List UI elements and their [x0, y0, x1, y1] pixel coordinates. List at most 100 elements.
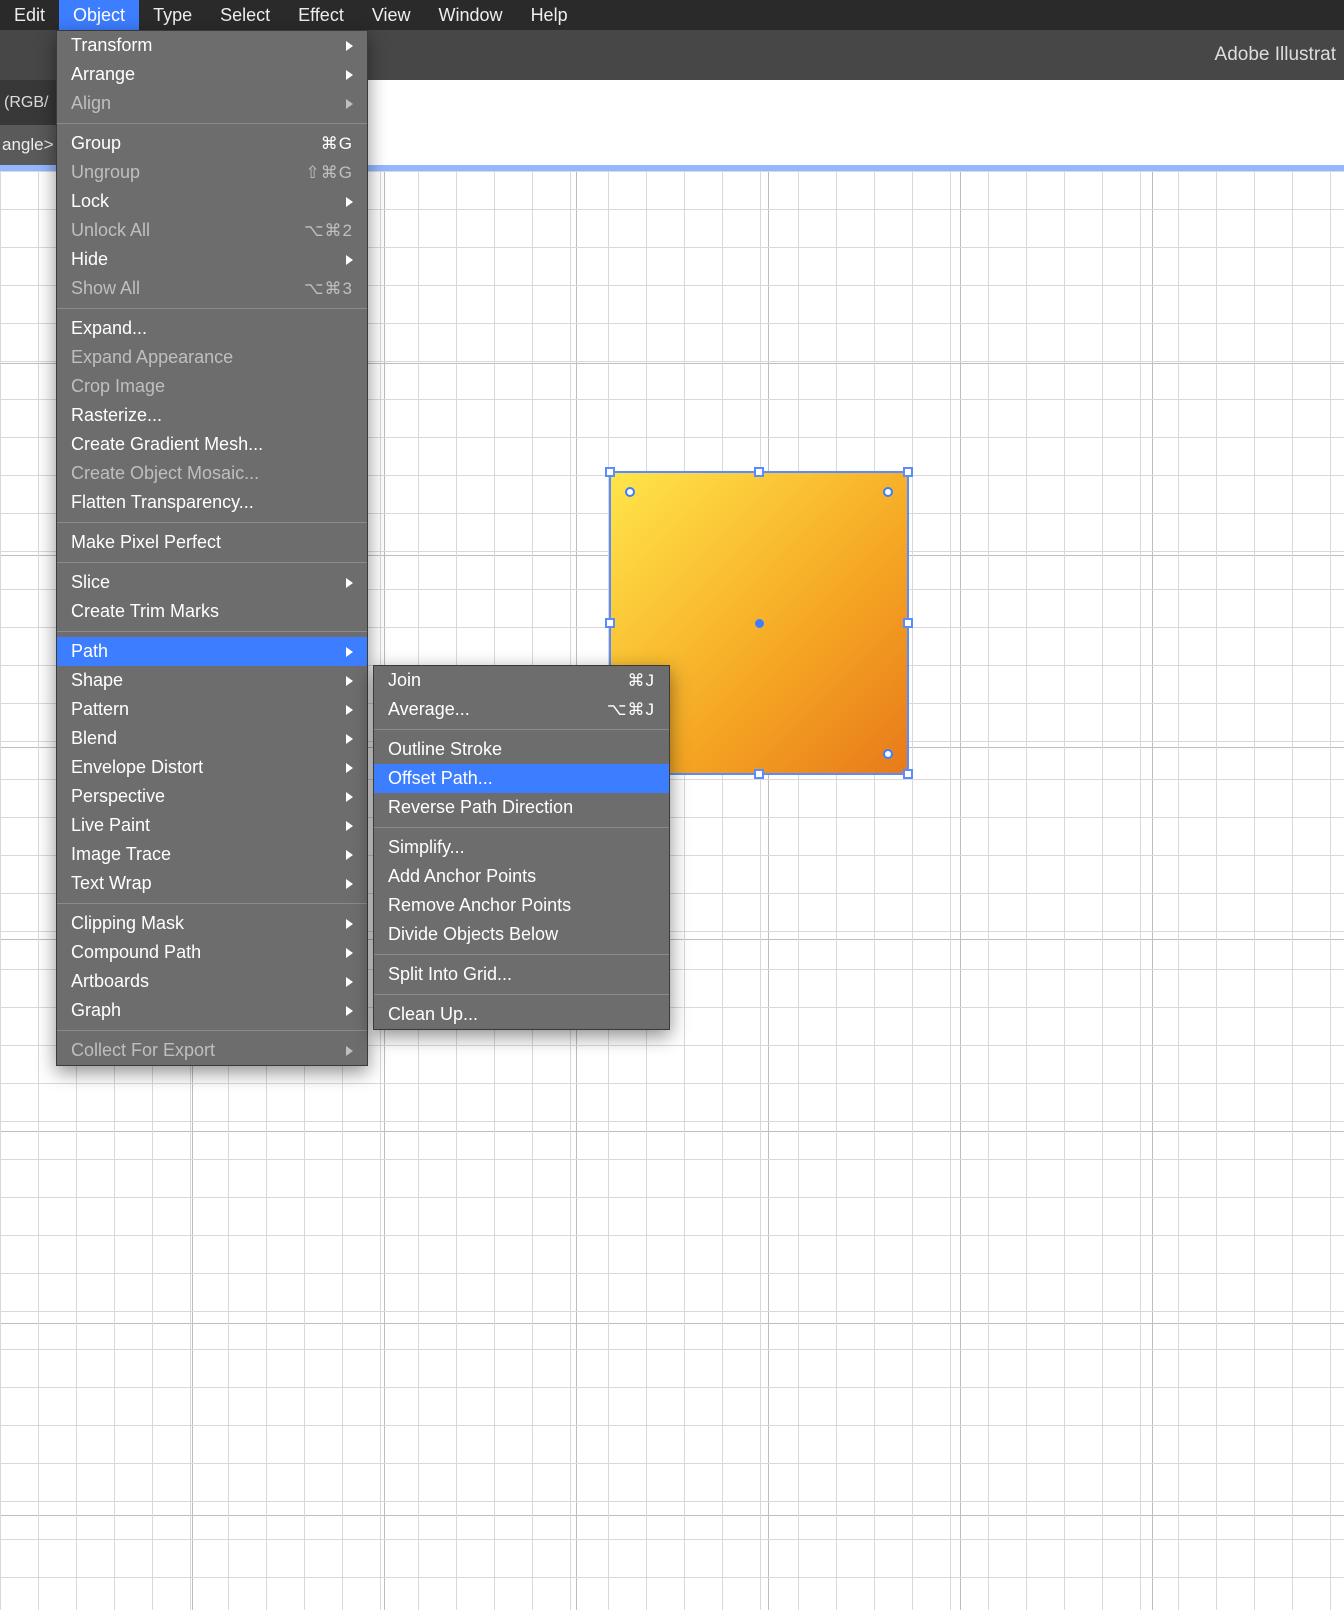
submenu-arrow-icon [346, 1046, 353, 1056]
menu-item-transform[interactable]: Transform [57, 31, 367, 60]
menu-item-expand-appearance: Expand Appearance [57, 343, 367, 372]
menu-item-remove-anchor-points[interactable]: Remove Anchor Points [374, 891, 669, 920]
menu-item-label: Blend [71, 728, 117, 749]
center-point[interactable] [755, 619, 764, 628]
menu-item-live-paint[interactable]: Live Paint [57, 811, 367, 840]
menu-item-text-wrap[interactable]: Text Wrap [57, 869, 367, 898]
menu-item-label: Hide [71, 249, 108, 270]
menu-view[interactable]: View [358, 0, 425, 30]
menu-separator [374, 729, 669, 730]
menu-object[interactable]: Object [59, 0, 139, 30]
anchor-point[interactable] [625, 487, 635, 497]
menu-item-path[interactable]: Path [57, 637, 367, 666]
menu-item-group[interactable]: Group⌘G [57, 129, 367, 158]
submenu-arrow-icon [346, 197, 353, 207]
menu-item-label: Simplify... [388, 837, 465, 858]
menu-type[interactable]: Type [139, 0, 206, 30]
menu-item-label: Envelope Distort [71, 757, 203, 778]
menu-item-split-into-grid[interactable]: Split Into Grid... [374, 960, 669, 989]
menu-item-label: Image Trace [71, 844, 171, 865]
resize-handle[interactable] [903, 769, 913, 779]
menu-separator [57, 903, 367, 904]
anchor-point[interactable] [883, 487, 893, 497]
menu-item-envelope-distort[interactable]: Envelope Distort [57, 753, 367, 782]
menu-item-label: Text Wrap [71, 873, 152, 894]
resize-handle[interactable] [903, 618, 913, 628]
menu-item-average[interactable]: Average...⌥⌘J [374, 695, 669, 724]
object-menu[interactable]: TransformArrangeAlignGroup⌘GUngroup⇧⌘GLo… [56, 30, 368, 1066]
menu-item-reverse-path-direction[interactable]: Reverse Path Direction [374, 793, 669, 822]
menu-select[interactable]: Select [206, 0, 284, 30]
menu-item-label: Slice [71, 572, 110, 593]
menu-item-rasterize[interactable]: Rasterize... [57, 401, 367, 430]
menu-item-offset-path[interactable]: Offset Path... [374, 764, 669, 793]
menu-item-blend[interactable]: Blend [57, 724, 367, 753]
menu-item-label: Average... [388, 699, 470, 720]
menu-separator [57, 562, 367, 563]
menu-effect[interactable]: Effect [284, 0, 358, 30]
menu-edit[interactable]: Edit [0, 0, 59, 30]
menu-item-outline-stroke[interactable]: Outline Stroke [374, 735, 669, 764]
resize-handle[interactable] [605, 467, 615, 477]
menu-item-add-anchor-points[interactable]: Add Anchor Points [374, 862, 669, 891]
menu-item-hide[interactable]: Hide [57, 245, 367, 274]
menu-item-label: Add Anchor Points [388, 866, 536, 887]
menu-separator [57, 631, 367, 632]
menu-item-label: Remove Anchor Points [388, 895, 571, 916]
menu-item-perspective[interactable]: Perspective [57, 782, 367, 811]
menu-item-compound-path[interactable]: Compound Path [57, 938, 367, 967]
anchor-point[interactable] [883, 749, 893, 759]
submenu-arrow-icon [346, 763, 353, 773]
menu-separator [374, 994, 669, 995]
menu-item-label: Clipping Mask [71, 913, 184, 934]
menubar[interactable]: EditObjectTypeSelectEffectViewWindowHelp [0, 0, 1344, 30]
submenu-arrow-icon [346, 676, 353, 686]
menu-item-make-pixel-perfect[interactable]: Make Pixel Perfect [57, 528, 367, 557]
resize-handle[interactable] [605, 618, 615, 628]
menu-item-artboards[interactable]: Artboards [57, 967, 367, 996]
resize-handle[interactable] [903, 467, 913, 477]
menu-separator [57, 308, 367, 309]
resize-handle[interactable] [754, 467, 764, 477]
menu-item-label: Artboards [71, 971, 149, 992]
menu-item-clean-up[interactable]: Clean Up... [374, 1000, 669, 1029]
menu-item-label: Transform [71, 35, 152, 56]
menu-item-shortcut: ⌥⌘3 [304, 279, 353, 299]
menu-item-shape[interactable]: Shape [57, 666, 367, 695]
menu-item-label: Graph [71, 1000, 121, 1021]
menu-item-label: Rasterize... [71, 405, 162, 426]
menu-item-expand[interactable]: Expand... [57, 314, 367, 343]
menu-window[interactable]: Window [425, 0, 517, 30]
menu-item-pattern[interactable]: Pattern [57, 695, 367, 724]
submenu-arrow-icon [346, 41, 353, 51]
menu-item-slice[interactable]: Slice [57, 568, 367, 597]
menu-item-label: Show All [71, 278, 140, 299]
menu-item-create-gradient-mesh[interactable]: Create Gradient Mesh... [57, 430, 367, 459]
menu-item-flatten-transparency[interactable]: Flatten Transparency... [57, 488, 367, 517]
menu-item-divide-objects-below[interactable]: Divide Objects Below [374, 920, 669, 949]
menu-item-label: Create Trim Marks [71, 601, 219, 622]
menu-item-label: Live Paint [71, 815, 150, 836]
menu-item-clipping-mask[interactable]: Clipping Mask [57, 909, 367, 938]
menu-item-create-trim-marks[interactable]: Create Trim Marks [57, 597, 367, 626]
menu-item-graph[interactable]: Graph [57, 996, 367, 1025]
path-submenu[interactable]: Join⌘JAverage...⌥⌘J Outline Stroke Offset … [373, 665, 670, 1030]
menu-separator [374, 827, 669, 828]
menu-item-arrange[interactable]: Arrange [57, 60, 367, 89]
resize-handle[interactable] [754, 769, 764, 779]
menu-item-label: Outline Stroke [388, 739, 502, 760]
menu-item-join[interactable]: Join⌘J [374, 666, 669, 695]
menu-help[interactable]: Help [517, 0, 582, 30]
menu-item-align: Align [57, 89, 367, 118]
menu-item-label: Flatten Transparency... [71, 492, 254, 513]
menu-item-label: Split Into Grid... [388, 964, 512, 985]
menu-item-label: Create Object Mosaic... [71, 463, 259, 484]
menu-item-image-trace[interactable]: Image Trace [57, 840, 367, 869]
submenu-arrow-icon [346, 705, 353, 715]
menu-item-simplify[interactable]: Simplify... [374, 833, 669, 862]
menu-item-label: Compound Path [71, 942, 201, 963]
menu-item-lock[interactable]: Lock [57, 187, 367, 216]
menu-item-label: Pattern [71, 699, 129, 720]
menu-item-shortcut: ⌥⌘2 [304, 221, 353, 241]
menu-item-label: Create Gradient Mesh... [71, 434, 263, 455]
